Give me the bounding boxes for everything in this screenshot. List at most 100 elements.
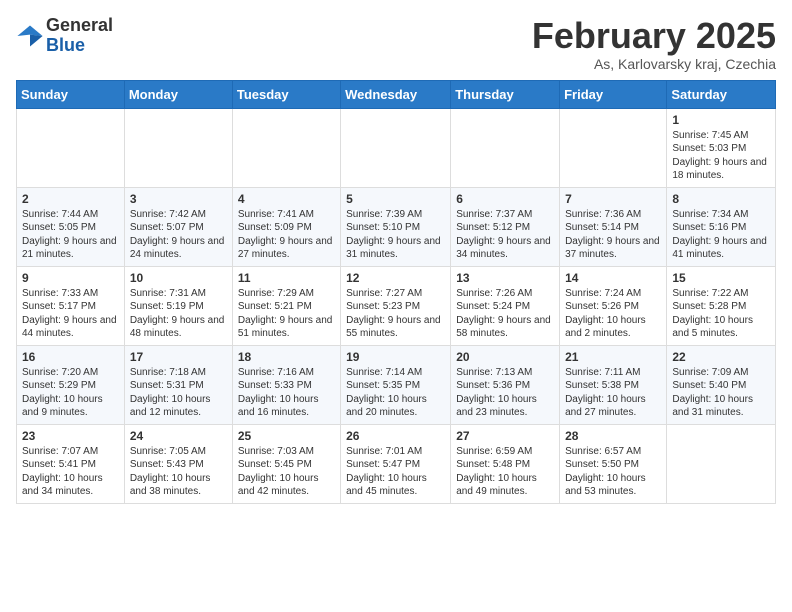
day-number: 28 bbox=[565, 429, 661, 443]
day-number: 10 bbox=[130, 271, 227, 285]
day-info: Sunrise: 7:45 AM Sunset: 5:03 PM Dayligh… bbox=[672, 129, 770, 183]
weekday-header-friday: Friday bbox=[560, 80, 667, 108]
weekday-header-sunday: Sunday bbox=[17, 80, 125, 108]
calendar-header: SundayMondayTuesdayWednesdayThursdayFrid… bbox=[17, 80, 776, 108]
day-info: Sunrise: 6:59 AM Sunset: 5:48 PM Dayligh… bbox=[456, 445, 554, 499]
weekday-header-wednesday: Wednesday bbox=[341, 80, 451, 108]
calendar-cell: 2 Sunrise: 7:44 AM Sunset: 5:05 PM Daylig… bbox=[17, 187, 125, 266]
day-number: 3 bbox=[130, 192, 227, 206]
day-info: Sunrise: 7:42 AM Sunset: 5:07 PM Dayligh… bbox=[130, 208, 227, 262]
day-info: Sunrise: 7:14 AM Sunset: 5:35 PM Dayligh… bbox=[346, 366, 445, 420]
calendar-cell: 17Sunrise: 7:18 AM Sunset: 5:31 PM Dayli… bbox=[124, 345, 232, 424]
day-number: 1 bbox=[672, 113, 770, 127]
calendar-cell bbox=[124, 108, 232, 187]
calendar-cell: 12 Sunrise: 7:27 AM Sunset: 5:23 PM Dayli… bbox=[341, 266, 451, 345]
calendar-cell: 4 Sunrise: 7:41 AM Sunset: 5:09 PM Daylig… bbox=[232, 187, 340, 266]
calendar-week-4: 16 Sunrise: 7:20 AM Sunset: 5:29 PM Dayli… bbox=[17, 345, 776, 424]
day-info: Sunrise: 7:33 AM Sunset: 5:17 PM Dayligh… bbox=[22, 287, 119, 341]
calendar-cell: 22 Sunrise: 7:09 AM Sunset: 5:40 PM Dayli… bbox=[667, 345, 776, 424]
calendar-cell bbox=[667, 424, 776, 503]
day-info: Sunrise: 7:07 AM Sunset: 5:41 PM Dayligh… bbox=[22, 445, 119, 499]
calendar-cell: 13 Sunrise: 7:26 AM Sunset: 5:24 PM Dayli… bbox=[451, 266, 560, 345]
day-number: 12 bbox=[346, 271, 445, 285]
calendar-cell: 5 Sunrise: 7:39 AM Sunset: 5:10 PM Daylig… bbox=[341, 187, 451, 266]
calendar-cell bbox=[341, 108, 451, 187]
day-info: Sunrise: 7:13 AM Sunset: 5:36 PM Dayligh… bbox=[456, 366, 554, 420]
calendar-cell: 8 Sunrise: 7:34 AM Sunset: 5:16 PM Daylig… bbox=[667, 187, 776, 266]
calendar-week-5: 23 Sunrise: 7:07 AM Sunset: 5:41 PM Dayli… bbox=[17, 424, 776, 503]
day-info: Sunrise: 7:24 AM Sunset: 5:26 PM Dayligh… bbox=[565, 287, 661, 341]
calendar-cell: 11Sunrise: 7:29 AM Sunset: 5:21 PM Dayli… bbox=[232, 266, 340, 345]
day-info: Sunrise: 7:44 AM Sunset: 5:05 PM Dayligh… bbox=[22, 208, 119, 262]
day-info: Sunrise: 7:05 AM Sunset: 5:43 PM Dayligh… bbox=[130, 445, 227, 499]
calendar-cell: 25Sunrise: 7:03 AM Sunset: 5:45 PM Dayli… bbox=[232, 424, 340, 503]
calendar-cell: 6 Sunrise: 7:37 AM Sunset: 5:12 PM Daylig… bbox=[451, 187, 560, 266]
day-info: Sunrise: 7:11 AM Sunset: 5:38 PM Dayligh… bbox=[565, 366, 661, 420]
day-number: 27 bbox=[456, 429, 554, 443]
logo-icon bbox=[16, 22, 44, 50]
calendar-table: SundayMondayTuesdayWednesdayThursdayFrid… bbox=[16, 80, 776, 504]
calendar-cell: 9Sunrise: 7:33 AM Sunset: 5:17 PM Daylig… bbox=[17, 266, 125, 345]
day-number: 19 bbox=[346, 350, 445, 364]
calendar-cell: 16 Sunrise: 7:20 AM Sunset: 5:29 PM Dayli… bbox=[17, 345, 125, 424]
day-number: 18 bbox=[238, 350, 335, 364]
page-header: General Blue February 2025 As, Karlovars… bbox=[16, 16, 776, 72]
title-block: February 2025 As, Karlovarsky kraj, Czec… bbox=[532, 16, 776, 72]
day-number: 16 bbox=[22, 350, 119, 364]
calendar-week-1: 1 Sunrise: 7:45 AM Sunset: 5:03 PM Daylig… bbox=[17, 108, 776, 187]
day-info: Sunrise: 7:16 AM Sunset: 5:33 PM Dayligh… bbox=[238, 366, 335, 420]
calendar-cell: 20 Sunrise: 7:13 AM Sunset: 5:36 PM Dayli… bbox=[451, 345, 560, 424]
day-info: Sunrise: 7:20 AM Sunset: 5:29 PM Dayligh… bbox=[22, 366, 119, 420]
day-number: 7 bbox=[565, 192, 661, 206]
day-info: Sunrise: 7:34 AM Sunset: 5:16 PM Dayligh… bbox=[672, 208, 770, 262]
calendar-cell bbox=[560, 108, 667, 187]
day-info: Sunrise: 7:26 AM Sunset: 5:24 PM Dayligh… bbox=[456, 287, 554, 341]
day-number: 22 bbox=[672, 350, 770, 364]
day-info: Sunrise: 7:09 AM Sunset: 5:40 PM Dayligh… bbox=[672, 366, 770, 420]
day-number: 25 bbox=[238, 429, 335, 443]
day-number: 14 bbox=[565, 271, 661, 285]
calendar-cell: 18 Sunrise: 7:16 AM Sunset: 5:33 PM Dayli… bbox=[232, 345, 340, 424]
calendar-cell: 7 Sunrise: 7:36 AM Sunset: 5:14 PM Daylig… bbox=[560, 187, 667, 266]
weekday-header-thursday: Thursday bbox=[451, 80, 560, 108]
day-info: Sunrise: 7:01 AM Sunset: 5:47 PM Dayligh… bbox=[346, 445, 445, 499]
calendar-cell bbox=[232, 108, 340, 187]
calendar-cell bbox=[451, 108, 560, 187]
day-info: Sunrise: 7:22 AM Sunset: 5:28 PM Dayligh… bbox=[672, 287, 770, 341]
logo-blue-text: Blue bbox=[46, 36, 113, 56]
day-info: Sunrise: 7:18 AM Sunset: 5:31 PM Dayligh… bbox=[130, 366, 227, 420]
day-info: Sunrise: 7:39 AM Sunset: 5:10 PM Dayligh… bbox=[346, 208, 445, 262]
weekday-header-saturday: Saturday bbox=[667, 80, 776, 108]
calendar-cell: 24Sunrise: 7:05 AM Sunset: 5:43 PM Dayli… bbox=[124, 424, 232, 503]
calendar-cell: 1 Sunrise: 7:45 AM Sunset: 5:03 PM Daylig… bbox=[667, 108, 776, 187]
day-number: 2 bbox=[22, 192, 119, 206]
logo: General Blue bbox=[16, 16, 113, 56]
day-number: 21 bbox=[565, 350, 661, 364]
day-number: 5 bbox=[346, 192, 445, 206]
day-number: 15 bbox=[672, 271, 770, 285]
day-number: 23 bbox=[22, 429, 119, 443]
calendar-week-3: 9Sunrise: 7:33 AM Sunset: 5:17 PM Daylig… bbox=[17, 266, 776, 345]
day-info: Sunrise: 7:41 AM Sunset: 5:09 PM Dayligh… bbox=[238, 208, 335, 262]
calendar-cell: 27 Sunrise: 6:59 AM Sunset: 5:48 PM Dayli… bbox=[451, 424, 560, 503]
day-info: Sunrise: 7:37 AM Sunset: 5:12 PM Dayligh… bbox=[456, 208, 554, 262]
day-info: Sunrise: 6:57 AM Sunset: 5:50 PM Dayligh… bbox=[565, 445, 661, 499]
calendar-cell: 23 Sunrise: 7:07 AM Sunset: 5:41 PM Dayli… bbox=[17, 424, 125, 503]
day-number: 8 bbox=[672, 192, 770, 206]
day-number: 6 bbox=[456, 192, 554, 206]
calendar-week-2: 2 Sunrise: 7:44 AM Sunset: 5:05 PM Daylig… bbox=[17, 187, 776, 266]
calendar-cell: 28 Sunrise: 6:57 AM Sunset: 5:50 PM Dayli… bbox=[560, 424, 667, 503]
day-number: 20 bbox=[456, 350, 554, 364]
day-info: Sunrise: 7:29 AM Sunset: 5:21 PM Dayligh… bbox=[238, 287, 335, 341]
day-number: 4 bbox=[238, 192, 335, 206]
day-number: 13 bbox=[456, 271, 554, 285]
calendar-cell bbox=[17, 108, 125, 187]
calendar-cell: 15 Sunrise: 7:22 AM Sunset: 5:28 PM Dayli… bbox=[667, 266, 776, 345]
day-info: Sunrise: 7:27 AM Sunset: 5:23 PM Dayligh… bbox=[346, 287, 445, 341]
calendar-cell: 3 Sunrise: 7:42 AM Sunset: 5:07 PM Daylig… bbox=[124, 187, 232, 266]
calendar-cell: 26Sunrise: 7:01 AM Sunset: 5:47 PM Dayli… bbox=[341, 424, 451, 503]
day-info: Sunrise: 7:31 AM Sunset: 5:19 PM Dayligh… bbox=[130, 287, 227, 341]
weekday-header-tuesday: Tuesday bbox=[232, 80, 340, 108]
day-info: Sunrise: 7:36 AM Sunset: 5:14 PM Dayligh… bbox=[565, 208, 661, 262]
logo-text: General Blue bbox=[46, 16, 113, 56]
